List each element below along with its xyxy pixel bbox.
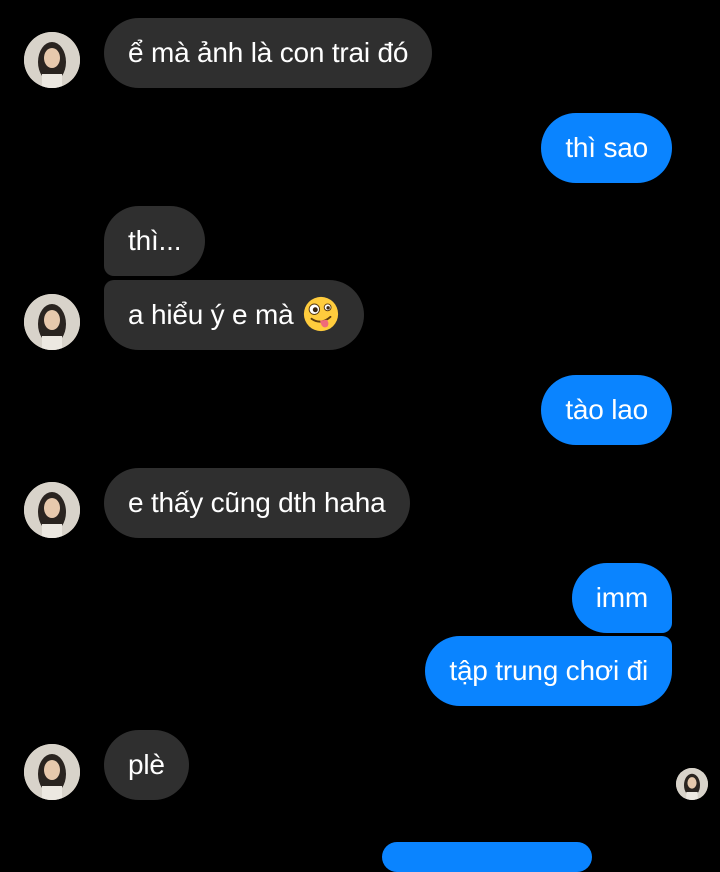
message-bubble-incoming[interactable]: e thấy cũng dth haha (104, 468, 410, 538)
contact-avatar[interactable] (24, 32, 80, 88)
message-bubble-outgoing[interactable]: imm (571, 563, 672, 633)
message-bubble-outgoing[interactable]: tập trung chơi đi (425, 636, 672, 706)
message-bubble-incoming[interactable]: thì... (104, 206, 206, 276)
crazy-face-emoji-icon (302, 295, 340, 333)
message-bubble-incoming[interactable]: a hiểu ý e mà (104, 280, 364, 350)
message-text: thì sao (565, 132, 648, 163)
message-bubble-incoming[interactable]: plè (104, 730, 189, 800)
contact-avatar[interactable] (24, 744, 80, 800)
message-text: plè (128, 749, 165, 780)
contact-avatar[interactable] (24, 294, 80, 350)
message-bubble-outgoing[interactable]: tào lao (541, 375, 672, 445)
message-bubble-outgoing[interactable]: thì sao (541, 113, 672, 183)
message-text: tập trung chơi đi (449, 655, 648, 686)
message-text: a hiểu ý e mà (128, 299, 294, 330)
message-text: thì... (128, 225, 182, 256)
message-text: imm (595, 582, 648, 613)
message-bubble-incoming[interactable]: ể mà ảnh là con trai đó (104, 18, 433, 88)
message-text: ể mà ảnh là con trai đó (128, 37, 409, 68)
read-receipt-avatar (676, 768, 708, 800)
message-text: e thấy cũng dth haha (128, 487, 386, 518)
message-text: tào lao (565, 394, 648, 425)
contact-avatar[interactable] (24, 482, 80, 538)
